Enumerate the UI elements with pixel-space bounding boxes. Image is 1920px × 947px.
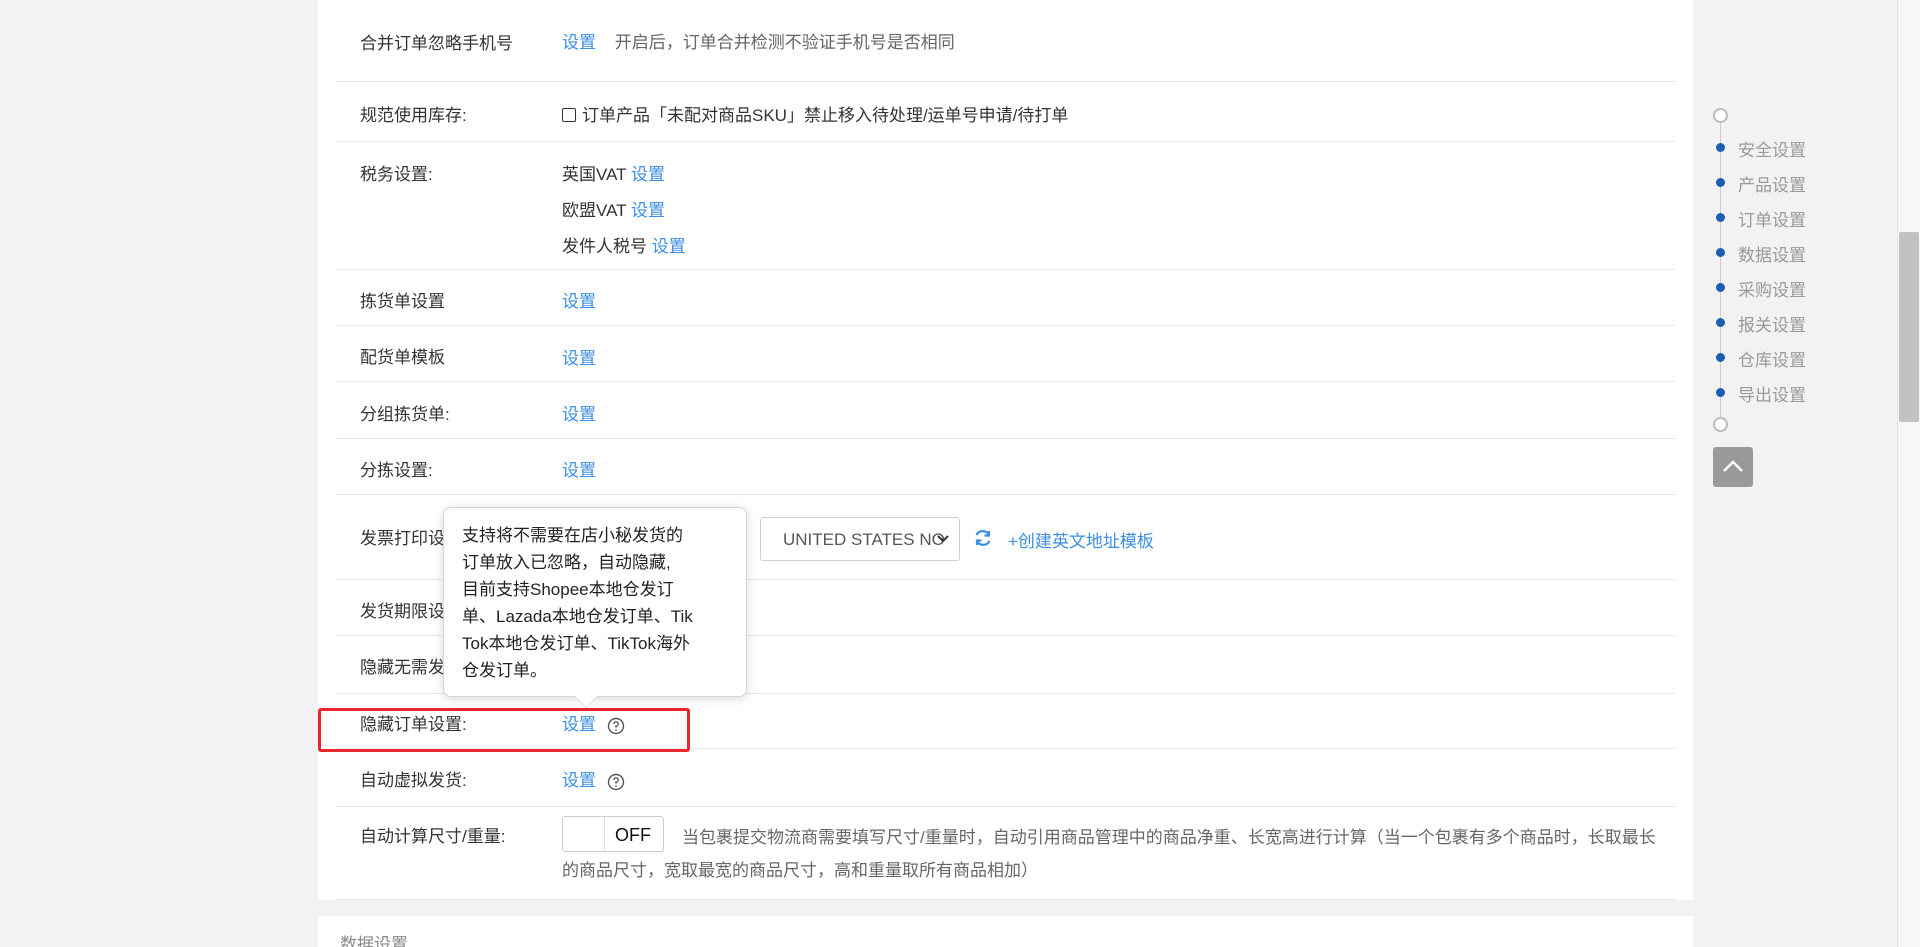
section-title: 数据设置 — [340, 935, 408, 947]
nav-dot — [1716, 318, 1725, 327]
description: 开启后，订单合并检测不验证手机号是否相同 — [614, 33, 955, 52]
nav-dot — [1716, 283, 1725, 292]
back-to-top-button[interactable] — [1713, 447, 1753, 487]
row-label: 拣货单设置 — [360, 292, 445, 311]
settings-link[interactable]: 设置 — [652, 237, 686, 256]
nav-dot — [1716, 248, 1725, 257]
tooltip-arrow — [575, 696, 597, 707]
row-label: 规范使用库存: — [360, 106, 467, 125]
auto-calc-row: 自动计算尺寸/重量: OFF 当包裹提交物流商需要填写尺寸/重量时，自动引用商品… — [336, 807, 1675, 900]
nav-dot — [1716, 143, 1725, 152]
row-value: 设置 开启后，订单合并检测不验证手机号是否相同 — [562, 28, 955, 53]
highlight-box — [318, 708, 690, 752]
data-settings-section: 数据设置 — [318, 916, 1693, 947]
nav-item-purchase[interactable]: 采购设置 — [1714, 276, 1854, 300]
description: 当包裹提交物流商需要填写尺寸/重量时，自动引用商品管理中的商品净重、长宽高进行计… — [682, 828, 1656, 847]
nav-label: 报关设置 — [1738, 316, 1806, 335]
tooltip-line: 支持将不需要在店小秘发货的 — [462, 526, 683, 545]
nav-label: 产品设置 — [1738, 176, 1806, 195]
nav-item-order[interactable]: 订单设置 — [1714, 206, 1854, 230]
settings-link[interactable]: 设置 — [562, 400, 596, 425]
row-label: 自动虚拟发货: — [360, 771, 467, 790]
nav-label: 安全设置 — [1738, 141, 1806, 160]
scrollbar-track[interactable] — [1897, 0, 1920, 947]
tax-name: 英国VAT — [562, 165, 627, 184]
auto-virtual-ship-row: 自动虚拟发货: 设置 — [336, 749, 1675, 807]
hide-order-tooltip: 支持将不需要在店小秘发货的 订单放入已忽略，自动隐藏, 目前支持Shopee本地… — [443, 507, 747, 697]
nav-item-security[interactable]: 安全设置 — [1714, 136, 1854, 160]
nav-item-data[interactable]: 数据设置 — [1714, 241, 1854, 265]
nav-label: 仓库设置 — [1738, 351, 1806, 370]
tax-item: 欧盟VAT 设置 — [562, 196, 665, 221]
settings-link[interactable]: 设置 — [631, 165, 665, 184]
scrollbar-thumb[interactable] — [1899, 232, 1919, 422]
nav-label: 订单设置 — [1738, 211, 1806, 230]
nav-label: 采购设置 — [1738, 281, 1806, 300]
nav-item-customs[interactable]: 报关设置 — [1714, 311, 1854, 335]
packing-template-row: 配货单模板 设置 — [336, 326, 1675, 382]
nav-label: 数据设置 — [1738, 246, 1806, 265]
nav-dot — [1716, 388, 1725, 397]
tooltip-line: 仓发订单。 — [462, 661, 547, 680]
chevron-down-icon — [937, 535, 949, 543]
row-value: 设置 — [562, 766, 625, 791]
nav-end-ring — [1713, 417, 1728, 432]
settings-panel: 合并订单忽略手机号 设置 开启后，订单合并检测不验证手机号是否相同 规范使用库存… — [318, 0, 1693, 900]
tooltip-line: Tok本地仓发订单、TikTok海外 — [462, 634, 690, 653]
row-label: 配货单模板 — [360, 348, 445, 367]
checkbox[interactable] — [562, 108, 576, 122]
description-cont: 的商品尺寸，宽取最宽的商品尺寸，高和重量取所有商品相加） — [562, 861, 1038, 880]
row-value: 订单产品「未配对商品SKU」禁止移入待处理/运单号申请/待打单 — [562, 101, 1068, 126]
nav-dot — [1716, 178, 1725, 187]
settings-link[interactable]: 设置 — [631, 201, 665, 220]
tax-row: 税务设置: 英国VAT 设置 欧盟VAT 设置 发件人税号 设置 — [336, 142, 1675, 270]
tooltip-line: 目前支持Shopee本地仓发订 — [462, 580, 674, 599]
nav-item-warehouse[interactable]: 仓库设置 — [1714, 346, 1854, 370]
checkbox-label: 订单产品「未配对商品SKU」禁止移入待处理/运单号申请/待打单 — [582, 106, 1069, 125]
toggle-wrap: OFF — [562, 816, 664, 852]
settings-link[interactable]: 设置 — [562, 287, 596, 312]
row-label: 分组拣货单: — [360, 405, 450, 424]
create-address-template-link[interactable]: +创建英文地址模板 — [1008, 527, 1154, 552]
help-icon[interactable] — [607, 773, 625, 791]
auto-calc-toggle[interactable]: OFF — [562, 816, 664, 852]
row-label: 分拣设置: — [360, 461, 433, 480]
sorting-row: 分拣设置: 设置 — [336, 439, 1675, 495]
tax-name: 发件人税号 — [562, 237, 647, 256]
nav-label: 导出设置 — [1738, 386, 1806, 405]
tax-item: 发件人税号 设置 — [562, 232, 686, 257]
group-picking-row: 分组拣货单: 设置 — [336, 382, 1675, 439]
toggle-knob — [563, 817, 605, 851]
nav-line — [1720, 122, 1721, 424]
select-value: UNITED STATES NO — [783, 530, 945, 549]
row-label: 税务设置: — [360, 165, 433, 184]
merge-ignore-phone-row: 合并订单忽略手机号 设置 开启后，订单合并检测不验证手机号是否相同 — [336, 0, 1675, 82]
toggle-state: OFF — [615, 825, 651, 845]
chevron-up-icon — [1723, 460, 1743, 472]
tax-name: 欧盟VAT — [562, 201, 627, 220]
nav-start-ring — [1713, 108, 1728, 123]
nav-dot — [1716, 213, 1725, 222]
address-template-select[interactable]: UNITED STATES NO — [760, 517, 960, 561]
tax-item: 英国VAT 设置 — [562, 160, 665, 185]
settings-link[interactable]: 设置 — [562, 344, 596, 369]
row-label: 合并订单忽略手机号 — [360, 34, 513, 53]
tooltip-line: 单、Lazada本地仓发订单、Tik — [462, 607, 693, 626]
inventory-row: 规范使用库存: 订单产品「未配对商品SKU」禁止移入待处理/运单号申请/待打单 — [336, 82, 1675, 142]
settings-link[interactable]: 设置 — [562, 456, 596, 481]
nav-item-product[interactable]: 产品设置 — [1714, 171, 1854, 195]
settings-link[interactable]: 设置 — [562, 33, 596, 52]
nav-item-export[interactable]: 导出设置 — [1714, 381, 1854, 405]
row-label: 自动计算尺寸/重量: — [360, 827, 506, 846]
tooltip-line: 订单放入已忽略，自动隐藏, — [462, 553, 671, 572]
nav-dot — [1716, 353, 1725, 362]
picking-list-row: 拣货单设置 设置 — [336, 270, 1675, 326]
settings-link[interactable]: 设置 — [562, 771, 596, 790]
refresh-icon[interactable] — [972, 527, 994, 549]
